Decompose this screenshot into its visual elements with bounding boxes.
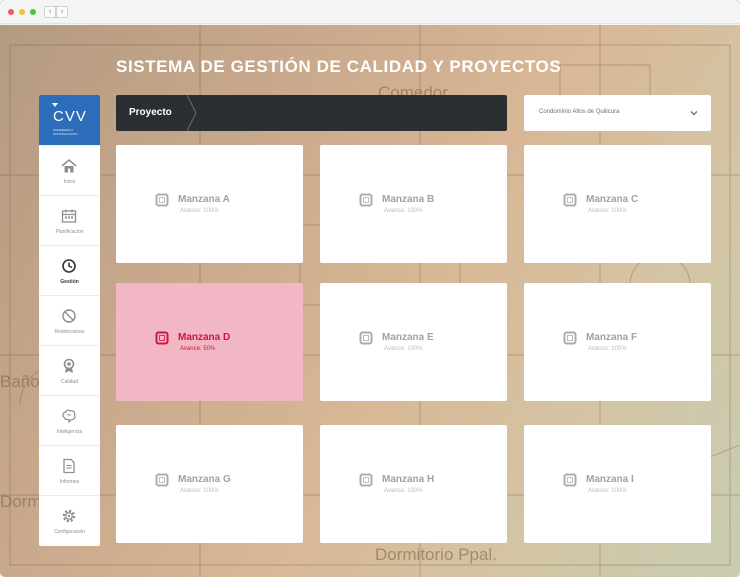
sidebar-item-label: Gestión xyxy=(60,279,79,285)
background-label: Dorm xyxy=(0,492,42,511)
back-arrow-icon[interactable]: ‹ xyxy=(44,6,56,18)
manzana-name: Manzana G xyxy=(178,474,231,485)
document-icon xyxy=(63,458,75,474)
sidebar-item-informes[interactable]: Informes xyxy=(39,445,100,495)
minimize-window-button[interactable] xyxy=(19,9,25,15)
block-square-icon xyxy=(359,193,373,207)
block-square-icon xyxy=(359,473,373,487)
manzana-card[interactable]: Manzana D Avance: 50% xyxy=(116,283,303,401)
manzana-progress: Avance: 100% xyxy=(384,208,423,214)
clock-icon xyxy=(62,259,76,273)
award-icon xyxy=(63,358,75,373)
manzana-name: Manzana B xyxy=(382,194,435,205)
manzana-card[interactable]: Manzana B Avance: 100% xyxy=(320,145,507,263)
gear-icon xyxy=(62,509,76,523)
block-square-icon xyxy=(359,331,373,345)
block-square-icon xyxy=(563,193,577,207)
close-window-button[interactable] xyxy=(8,9,14,15)
block-square-icon xyxy=(563,473,577,487)
breadcrumb-project[interactable]: Proyecto xyxy=(129,107,172,118)
brand-logo-text: CVV xyxy=(53,108,87,125)
chevron-down-icon xyxy=(690,111,698,116)
manzana-card[interactable]: Manzana C Avance: 100% xyxy=(524,145,711,263)
breadcrumb: Proyecto xyxy=(116,95,507,131)
manzana-name: Manzana D xyxy=(178,332,231,343)
forward-arrow-icon[interactable]: › xyxy=(56,6,68,18)
block-icon xyxy=(62,309,76,323)
app-viewport: Comedor Baño Dorm Dormitorio Ppal. SISTE… xyxy=(0,25,740,577)
manzana-progress: Avance: 50% xyxy=(180,346,216,352)
block-square-icon xyxy=(155,193,169,207)
sidebar-item-planificacion[interactable]: Planificación xyxy=(39,195,100,245)
block-square-icon xyxy=(155,473,169,487)
breadcrumb-separator-icon xyxy=(186,95,197,131)
brand-subtitle: INGENIERÍA & CONSTRUCCIÓN xyxy=(53,128,78,136)
manzana-progress: Avance: 100% xyxy=(180,208,219,214)
sidebar-item-label: Inteligencia xyxy=(56,429,83,435)
background-label: Dormitorio Ppal. xyxy=(375,545,497,564)
manzana-progress: Avance: 100% xyxy=(180,488,219,494)
calendar-icon xyxy=(61,209,77,223)
manzana-card[interactable]: Manzana I Avance: 100% xyxy=(524,425,711,543)
manzana-progress: Avance: 100% xyxy=(588,346,627,352)
sidebar-item-label: Configuración xyxy=(54,529,85,535)
logo-triangle-icon xyxy=(52,103,58,107)
project-select-value: Condominio Altos de Quilicura xyxy=(539,109,620,115)
manzana-card[interactable]: Manzana A Avance: 100% xyxy=(116,145,303,263)
sidebar-item-label: Restricciones xyxy=(54,329,85,335)
manzana-card[interactable]: Manzana G Avance: 100% xyxy=(116,425,303,543)
block-square-icon xyxy=(155,331,169,345)
sidebar-item-label: Planificación xyxy=(55,229,84,235)
sidebar-item-label: Inicio xyxy=(63,179,76,185)
page-title: SISTEMA DE GESTIÓN DE CALIDAD Y PROYECTO… xyxy=(116,57,562,76)
manzana-name: Manzana I xyxy=(586,474,634,485)
brand-logo[interactable]: CVV INGENIERÍA & CONSTRUCCIÓN xyxy=(39,95,100,145)
window-titlebar: ‹ › xyxy=(0,0,740,24)
manzana-name: Manzana A xyxy=(178,194,230,205)
block-square-icon xyxy=(563,331,577,345)
manzana-card[interactable]: Manzana E Avance: 100% xyxy=(320,283,507,401)
sidebar-item-calidad[interactable]: Calidad xyxy=(39,345,100,395)
brain-icon xyxy=(62,409,76,424)
manzana-card[interactable]: Manzana F Avance: 100% xyxy=(524,283,711,401)
sidebar-item-configuracion[interactable]: Configuración xyxy=(39,495,100,545)
sidebar-item-inteligencia[interactable]: Inteligencia xyxy=(39,395,100,445)
sidebar-item-label: Calidad xyxy=(61,379,78,385)
manzana-name: Manzana C xyxy=(586,194,639,205)
maximize-window-button[interactable] xyxy=(30,9,36,15)
browser-window: ‹ › Comedor Baño Dorm Dormitorio Ppal. S… xyxy=(0,0,740,577)
sidebar: CVV INGENIERÍA & CONSTRUCCIÓN Inicio Pla… xyxy=(39,95,100,546)
home-icon xyxy=(61,158,77,173)
manzana-name: Manzana H xyxy=(382,474,435,485)
manzana-progress: Avance: 100% xyxy=(384,346,423,352)
manzana-name: Manzana E xyxy=(382,332,434,343)
project-select[interactable]: Condominio Altos de Quilicura xyxy=(524,95,711,131)
sidebar-item-gestion[interactable]: Gestión xyxy=(39,245,100,295)
sidebar-item-restricciones[interactable]: Restricciones xyxy=(39,295,100,345)
manzana-progress: Avance: 100% xyxy=(588,208,627,214)
sidebar-item-label: Informes xyxy=(59,479,80,485)
manzana-progress: Avance: 100% xyxy=(588,488,627,494)
manzana-card[interactable]: Manzana H Avance: 100% xyxy=(320,425,507,543)
manzana-name: Manzana F xyxy=(586,332,638,343)
manzana-progress: Avance: 100% xyxy=(384,488,423,494)
background-label: Baño xyxy=(0,372,40,391)
sidebar-item-inicio[interactable]: Inicio xyxy=(39,145,100,195)
